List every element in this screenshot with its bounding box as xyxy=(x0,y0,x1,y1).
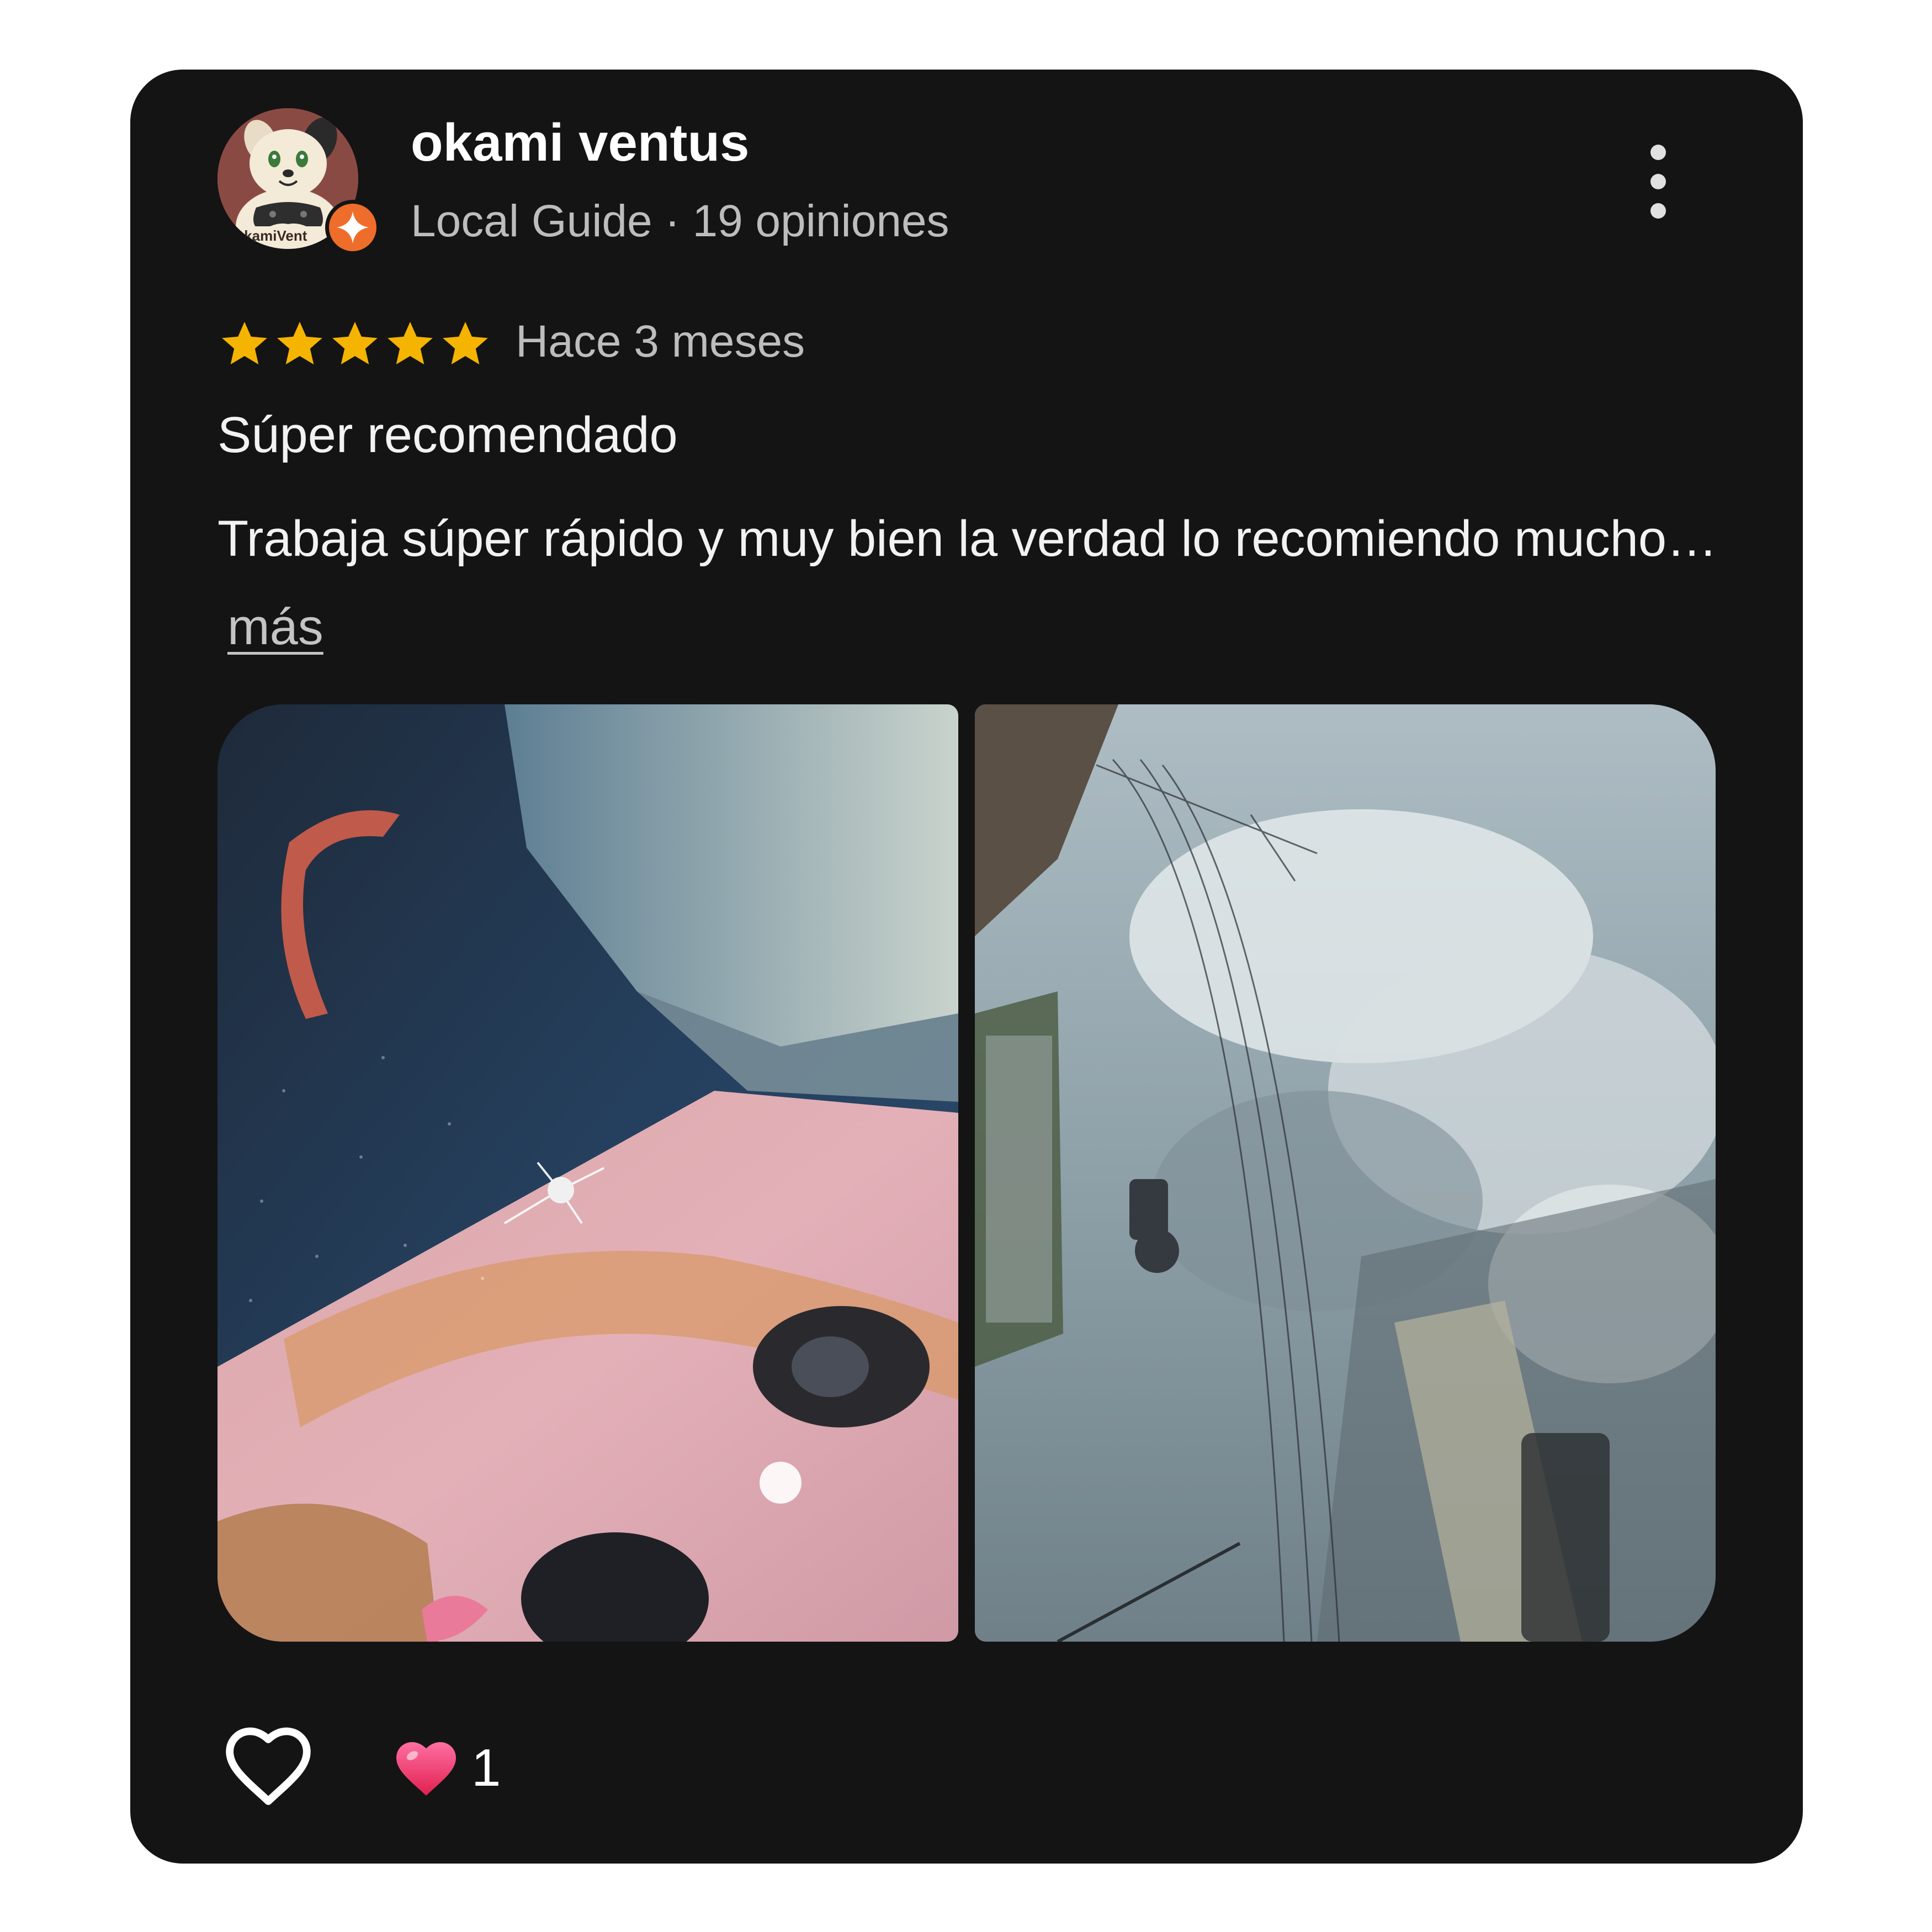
star-icon xyxy=(332,321,378,365)
review-card: OkamiVent okami ventus Local Guide · 19 … xyxy=(130,70,1803,1864)
review-body: Trabaja súper rápido y muy bien la verda… xyxy=(217,495,1719,671)
more-options-button[interactable] xyxy=(1636,140,1680,223)
review-title: Súper recomendado xyxy=(217,407,678,463)
star-icon xyxy=(222,321,267,365)
star-icon xyxy=(388,321,433,365)
user-name[interactable]: okami ventus xyxy=(411,113,750,173)
avatar-logo-text: OkamiVent xyxy=(233,227,307,244)
more-vert-icon xyxy=(1650,145,1666,219)
review-time: Hace 3 meses xyxy=(516,316,805,367)
reaction-count: 1 xyxy=(471,1738,501,1797)
review-body-text: Trabaja súper rápido y muy bien la verda… xyxy=(217,511,1718,567)
review-photo-2[interactable] xyxy=(975,704,1716,1642)
reaction-summary[interactable]: 1 xyxy=(393,1732,501,1804)
heart-emoji-icon xyxy=(396,1742,456,1796)
star-icon xyxy=(277,321,322,365)
review-photo-1[interactable] xyxy=(217,704,958,1642)
local-guide-badge-icon xyxy=(325,200,380,255)
heart-outline-icon xyxy=(226,1727,311,1805)
star-icon xyxy=(443,321,488,365)
user-meta: Local Guide · 19 opiniones xyxy=(411,196,949,246)
like-button[interactable] xyxy=(219,1720,318,1808)
read-more-link[interactable]: más xyxy=(227,599,323,655)
star-rating xyxy=(217,317,492,372)
